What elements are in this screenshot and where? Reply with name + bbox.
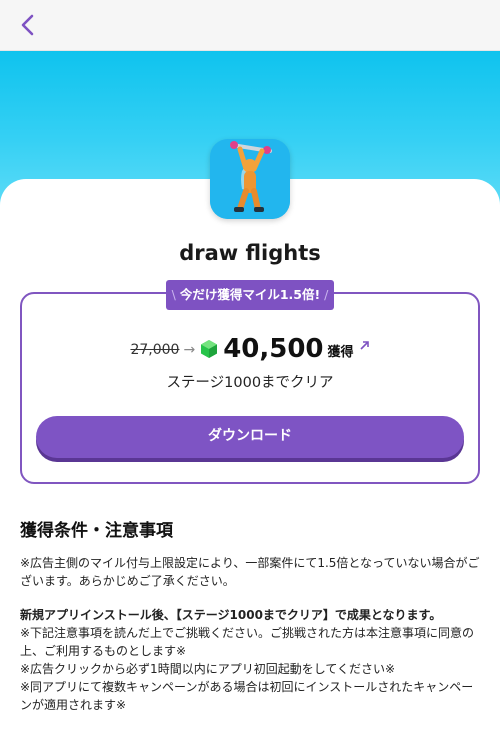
promo-slash-left: \	[171, 287, 176, 302]
promo-badge: \ 今だけ獲得マイル1.5倍! /	[166, 280, 334, 310]
old-reward-amount: 27,000	[130, 342, 180, 358]
note-agreement: ※下記注意事項を読んだ上でご挑戦ください。ご挑戦された方は本注意事項に同意の上、…	[20, 626, 475, 658]
arrow-right-icon: →	[183, 342, 196, 358]
draw-flights-app-icon	[210, 139, 290, 219]
app-title: draw flights	[179, 241, 321, 265]
top-nav-bar	[0, 0, 500, 51]
note-launch: ※広告クリックから必ず1時間以内にアプリ初回起動をしてください※	[20, 662, 396, 676]
condition-text: ステージ1000までクリア	[166, 375, 334, 391]
new-reward-amount: 40,500	[223, 334, 324, 364]
terms-notes: ※広告主側のマイル付与上限設定により、一部案件にて1.5倍となっていない場合がご…	[20, 554, 482, 714]
earn-label: 獲得	[327, 345, 354, 360]
terms-heading: 獲得条件・注意事項	[20, 521, 173, 541]
back-button[interactable]	[14, 10, 44, 40]
promo-label: 今だけ獲得マイル1.5倍!	[179, 287, 321, 302]
achievement-condition: 新規アプリインストール後、【ステージ1000までクリア】で成果となります。	[20, 608, 442, 622]
chevron-left-icon	[21, 14, 34, 36]
green-gem-icon	[201, 340, 218, 358]
promo-slash-right: /	[324, 287, 329, 302]
reward-line: 27,000 → 40,500 獲得	[0, 332, 500, 364]
note-limit: ※広告主側のマイル付与上限設定により、一部案件にて1.5倍となっていない場合がご…	[20, 556, 480, 588]
note-multiple-campaigns: ※同アプリにて複数キャンペーンがある場合は初回にインストールされたキャンペーンが…	[20, 680, 474, 712]
download-button[interactable]: ダウンロード	[36, 416, 464, 458]
external-link-icon[interactable]	[359, 340, 370, 351]
